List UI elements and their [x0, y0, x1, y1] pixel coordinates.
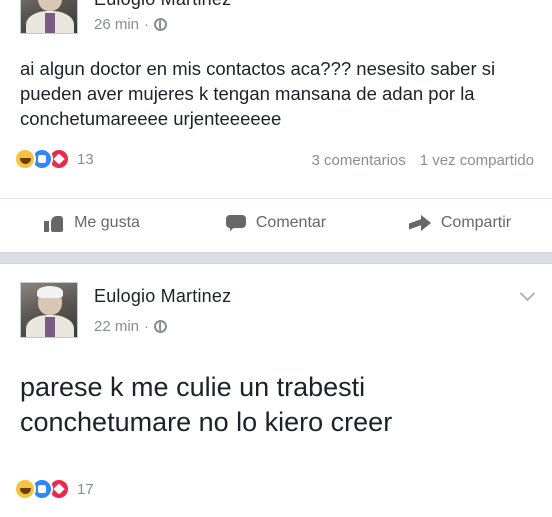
reaction-count: 17 — [77, 480, 94, 498]
post-2: Eulogio Martinez 22 min · parese k me cu… — [0, 264, 552, 517]
share-arrow-icon — [409, 214, 431, 231]
globe-icon — [154, 18, 168, 31]
author-name[interactable]: Eulogio Martinez — [94, 286, 231, 307]
share-button[interactable]: Compartir — [368, 199, 552, 246]
globe-icon — [154, 320, 168, 333]
meta-separator: · — [144, 16, 150, 33]
meta-separator: · — [144, 318, 150, 335]
reaction-count: 13 — [77, 150, 94, 168]
author-avatar[interactable] — [20, 282, 78, 338]
haha-reaction-icon — [14, 478, 36, 500]
post-text: parese k me culie un trabesti conchetuma… — [20, 372, 393, 437]
thumbs-up-icon — [44, 214, 64, 232]
post-text: ai algun doctor en mis contactos aca??? … — [20, 58, 496, 129]
chevron-down-icon[interactable] — [520, 288, 534, 302]
post-time[interactable]: 22 min — [94, 318, 139, 335]
comment-button[interactable]: Comentar — [184, 199, 368, 246]
post-time[interactable]: 26 min — [94, 16, 139, 33]
reaction-summary[interactable]: 17 — [14, 478, 94, 500]
post-1: Eulogio Martinez 26 min · ai algun docto… — [0, 0, 552, 252]
author-name[interactable]: Eulogio Martinez — [94, 0, 231, 10]
comment-label: Comentar — [255, 213, 327, 231]
action-bar: Me gusta Comentar Compartir — [0, 198, 552, 246]
feed-separator — [0, 252, 552, 264]
haha-reaction-icon — [14, 148, 36, 170]
like-label: Me gusta — [74, 213, 140, 231]
post-meta: 26 min · — [94, 16, 168, 33]
post-meta: 22 min · — [94, 318, 168, 335]
author-avatar[interactable] — [20, 0, 78, 34]
shares-count-link[interactable]: 1 vez compartido — [420, 152, 534, 169]
comments-count-link[interactable]: 3 comentarios — [312, 152, 406, 169]
share-label: Compartir — [440, 213, 512, 231]
comment-icon — [225, 214, 246, 232]
engagement-counts: 3 comentarios 1 vez compartido — [312, 152, 534, 169]
reaction-summary[interactable]: 13 — [14, 148, 94, 170]
like-button[interactable]: Me gusta — [0, 199, 184, 246]
